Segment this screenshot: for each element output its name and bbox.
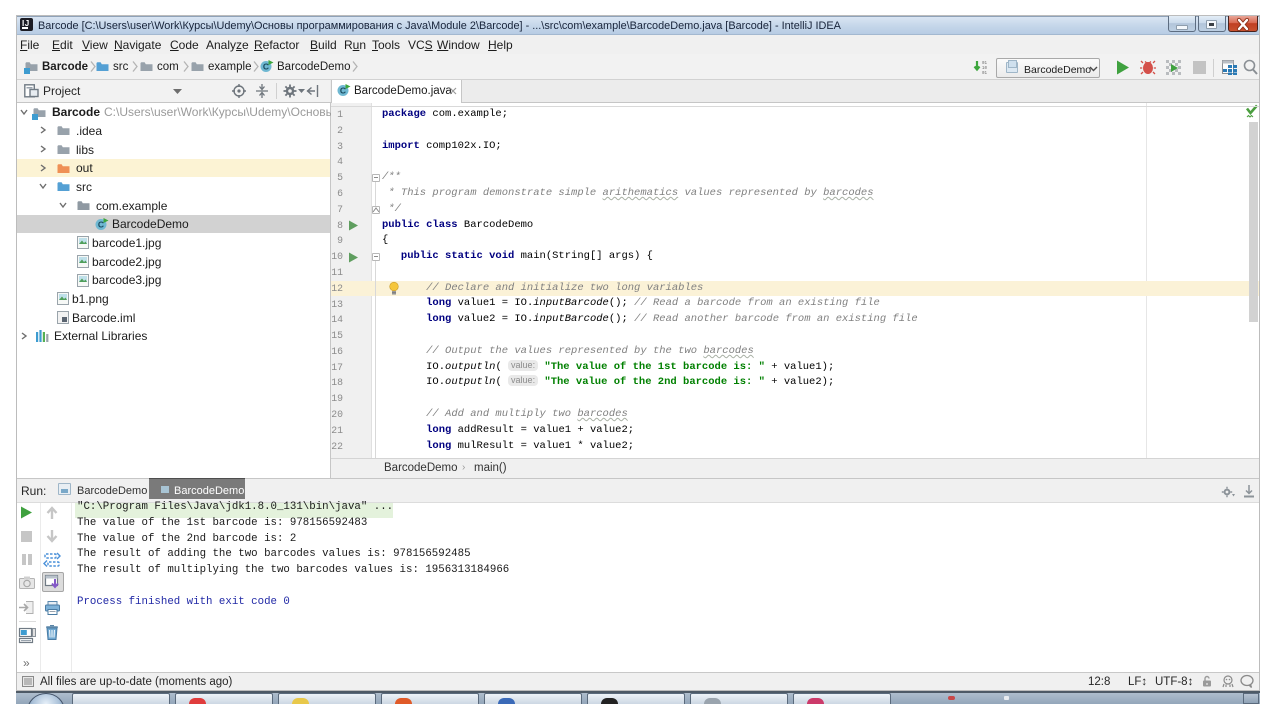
svg-text:01: 01 bbox=[982, 62, 988, 66]
svg-text:C: C bbox=[98, 219, 104, 229]
svg-text:10: 10 bbox=[982, 67, 988, 71]
svg-text:C: C bbox=[263, 61, 269, 71]
svg-text:C: C bbox=[340, 85, 346, 95]
svg-text:01: 01 bbox=[982, 72, 988, 76]
